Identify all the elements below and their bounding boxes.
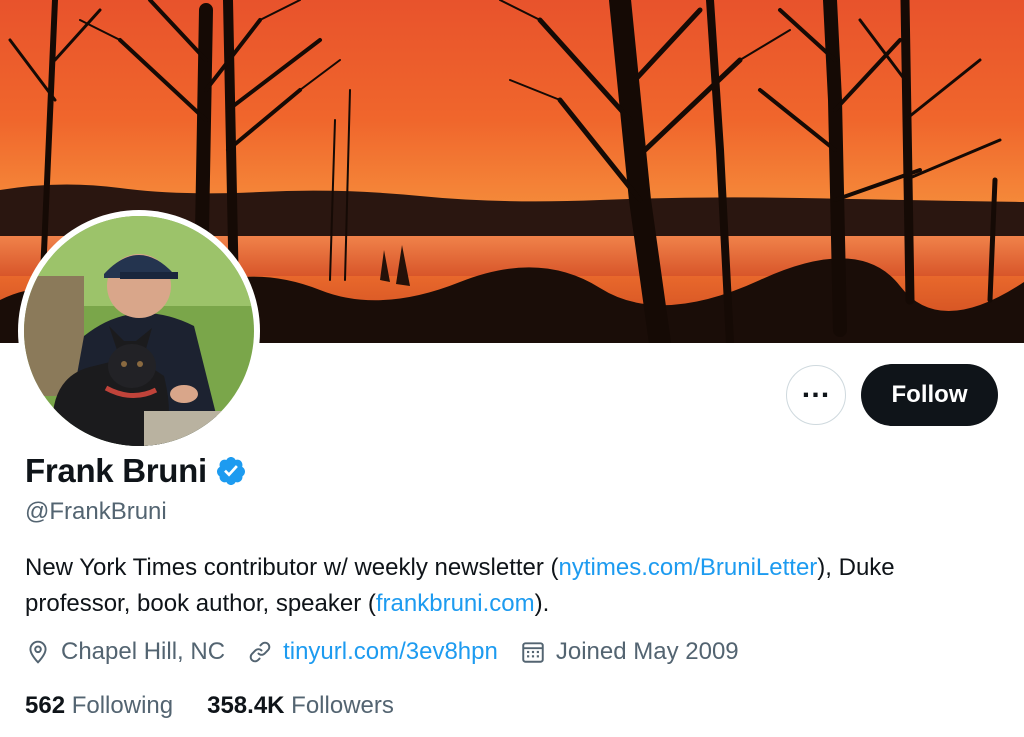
more-options-button[interactable]: … (786, 365, 846, 425)
followers-label: Followers (291, 692, 394, 719)
profile-meta: Chapel Hill, NC tinyurl.com/3ev8hpn Join… (25, 638, 761, 666)
profile-name-row: Frank Bruni (25, 452, 247, 490)
bio-link-website[interactable]: frankbruni.com (376, 590, 535, 617)
location-pin-icon (29, 640, 47, 664)
profile-name: Frank Bruni (25, 452, 207, 489)
calendar-icon (522, 642, 544, 663)
following-label: Following (71, 692, 174, 719)
profile-bio: New York Times contributor w/ weekly new… (25, 550, 1000, 622)
followers-count: 358.4K (207, 692, 285, 719)
avatar[interactable] (18, 210, 260, 452)
location-text: Chapel Hill, NC (61, 638, 226, 665)
avatar-image (24, 216, 254, 446)
bio-text: ). (534, 590, 550, 617)
verified-badge-icon[interactable] (215, 455, 247, 487)
follow-button[interactable]: Follow (861, 364, 998, 426)
following-link[interactable]: 562 Following (25, 692, 173, 720)
profile-joined: Joined May 2009 (520, 638, 739, 666)
profile-website: tinyurl.com/3ev8hpn (247, 638, 498, 666)
joined-text: Joined May 2009 (555, 638, 739, 665)
profile-stats: 562 Following 358.4K Followers (25, 692, 428, 720)
website-link[interactable]: tinyurl.com/3ev8hpn (283, 638, 498, 666)
bio-link-newsletter[interactable]: nytimes.com/BruniLetter (559, 554, 818, 581)
bio-text: New York Times contributor w/ weekly new… (25, 554, 559, 581)
profile-location: Chapel Hill, NC (25, 638, 225, 666)
link-icon (249, 641, 271, 663)
profile-handle: @FrankBruni (25, 498, 167, 525)
followers-link[interactable]: 358.4K Followers (207, 692, 394, 720)
following-count: 562 (25, 692, 66, 719)
more-options-label: … (800, 371, 832, 404)
